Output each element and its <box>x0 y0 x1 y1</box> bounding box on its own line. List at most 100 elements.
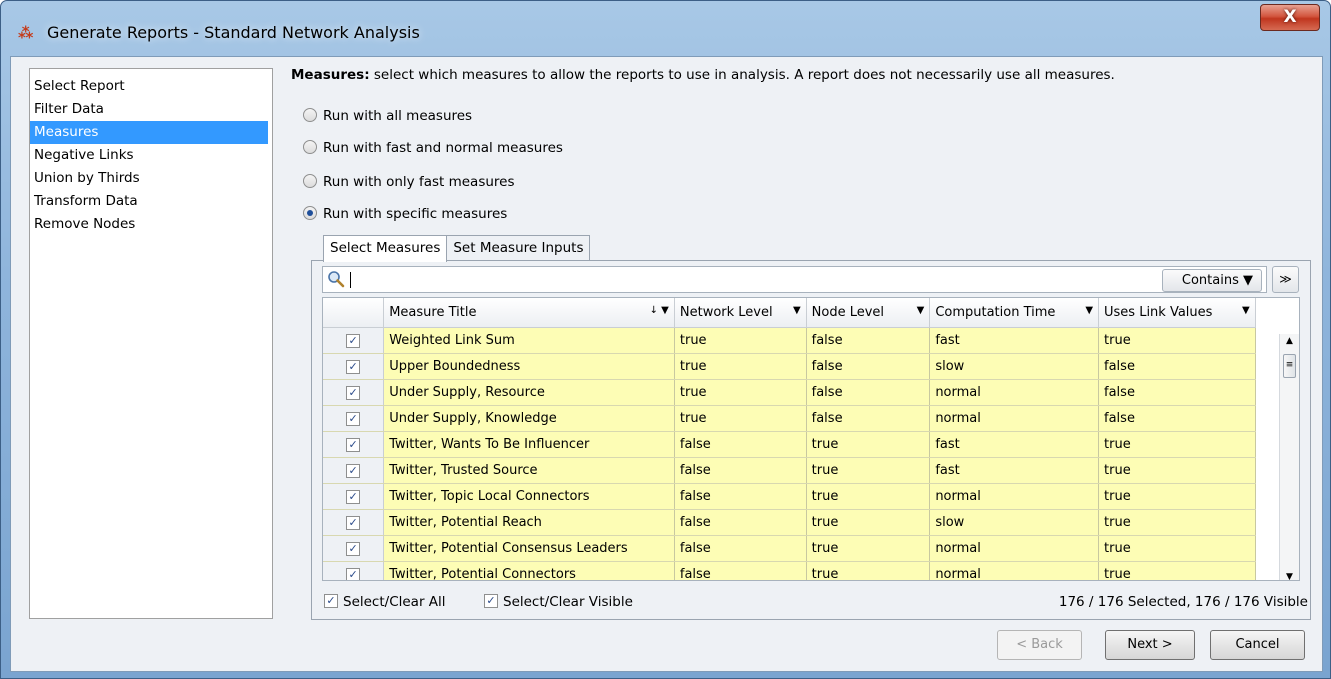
table-cell-network: false <box>674 457 807 484</box>
sidebar-item-filter-data[interactable]: Filter Data <box>30 98 268 121</box>
table-cell-network: false <box>674 535 807 562</box>
sidebar-item-remove-nodes[interactable]: Remove Nodes <box>30 213 268 236</box>
back-button[interactable]: < Back <box>997 630 1082 660</box>
cancel-button[interactable]: Cancel <box>1210 630 1305 660</box>
row-checkbox[interactable]: ✓ <box>346 333 361 348</box>
radio-specific-measures[interactable]: Run with specific measures <box>303 203 507 225</box>
table-cell-node: false <box>806 405 931 432</box>
measures-table: Measure Title ↓ ▼ Network Level ▼ Node Le… <box>322 297 1300 581</box>
radio-fast-measures[interactable]: Run with only fast measures <box>303 171 515 193</box>
dialog-window: ⁂ Generate Reports - Standard Network An… <box>0 0 1331 679</box>
table-row[interactable]: ✓ Twitter, Potential Connectors false true n… <box>323 561 1299 580</box>
table-cell-time: normal <box>929 561 1100 580</box>
tab-set-measure-inputs[interactable]: Set Measure Inputs <box>446 235 591 261</box>
row-checkbox-cell: ✓ <box>323 509 385 536</box>
row-checkbox[interactable]: ✓ <box>346 515 361 530</box>
search-icon <box>328 271 345 288</box>
table-cell-network: false <box>674 509 807 536</box>
radio-button[interactable] <box>303 174 317 188</box>
table-cell-node: true <box>806 509 931 536</box>
row-checkbox-cell: ✓ <box>323 327 385 354</box>
row-checkbox[interactable]: ✓ <box>346 463 361 478</box>
column-header-network-level[interactable]: Network Level ▼ <box>674 298 807 328</box>
select-clear-visible-checkbox[interactable]: ✓ Select/Clear Visible <box>484 592 633 612</box>
double-chevron-down-icon[interactable]: ≫ <box>1272 266 1299 293</box>
row-checkbox-cell: ✓ <box>323 483 385 510</box>
column-header-uses-link-values[interactable]: Uses Link Values ▼ <box>1098 298 1256 328</box>
row-checkbox[interactable]: ✓ <box>346 489 361 504</box>
table-row[interactable]: ✓ Twitter, Topic Local Connectors false tru… <box>323 483 1299 510</box>
radio-button[interactable] <box>303 206 317 220</box>
text-cursor <box>350 272 351 288</box>
sidebar-item-negative-links[interactable]: Negative Links <box>30 144 268 167</box>
table-row[interactable]: ✓ Twitter, Potential Reach false true slow tr… <box>323 509 1299 536</box>
radio-button[interactable] <box>303 108 317 122</box>
row-checkbox[interactable]: ✓ <box>346 385 361 400</box>
row-checkbox[interactable]: ✓ <box>346 541 361 556</box>
sidebar-item-union-by-thirds[interactable]: Union by Thirds <box>30 167 268 190</box>
table-cell-link: false <box>1098 379 1256 406</box>
header-label: Computation Time <box>935 304 1056 320</box>
radio-label: Run with only fast measures <box>323 174 515 190</box>
scroll-thumb[interactable]: ≡ <box>1283 354 1296 378</box>
table-cell-network: true <box>674 405 807 432</box>
sort-icon[interactable]: ↓ ▼ <box>650 305 669 316</box>
scroll-up-icon[interactable]: ▲ <box>1280 336 1299 346</box>
row-checkbox-cell: ✓ <box>323 379 385 406</box>
row-checkbox[interactable]: ✓ <box>346 437 361 452</box>
table-row[interactable]: ✓ Under Supply, Knowledge true false normal f… <box>323 405 1299 432</box>
table-row[interactable]: ✓ Weighted Link Sum true false fast true <box>323 327 1299 354</box>
table-row[interactable]: ✓ Twitter, Trusted Source false true fast tru… <box>323 457 1299 484</box>
table-cell-title: Twitter, Potential Reach <box>383 509 675 536</box>
table-row[interactable]: ✓ Under Supply, Resource true false normal fa… <box>323 379 1299 406</box>
table-cell-link: true <box>1098 509 1256 536</box>
row-checkbox-cell: ✓ <box>323 561 385 580</box>
table-cell-node: false <box>806 327 931 354</box>
chevron-down-icon[interactable]: ▼ <box>917 305 925 316</box>
column-header-measure-title[interactable]: Measure Title ↓ ▼ <box>383 298 675 328</box>
row-checkbox-cell: ✓ <box>323 405 385 432</box>
window-title: Generate Reports - Standard Network Anal… <box>47 23 420 42</box>
chevron-down-icon[interactable]: ▼ <box>1242 305 1250 316</box>
table-row[interactable]: ✓ Twitter, Wants To Be Influencer false tru… <box>323 431 1299 458</box>
table-cell-link: true <box>1098 327 1256 354</box>
select-clear-all-checkbox[interactable]: ✓ Select/Clear All <box>324 592 446 612</box>
tab-select-measures[interactable]: Select Measures <box>323 235 448 262</box>
row-checkbox-cell: ✓ <box>323 457 385 484</box>
next-button[interactable]: Next > <box>1105 630 1195 660</box>
scroll-down-icon[interactable]: ▼ <box>1280 572 1299 580</box>
row-checkbox[interactable]: ✓ <box>346 359 361 374</box>
row-checkbox[interactable]: ✓ <box>346 411 361 426</box>
search-mode-dropdown[interactable]: Contains ▼ <box>1162 269 1262 292</box>
chevron-down-icon[interactable]: ▼ <box>793 305 801 316</box>
check-icon[interactable]: ✓ <box>484 594 498 608</box>
select-clear-visible-label: Select/Clear Visible <box>503 594 633 610</box>
description-heading: Measures: <box>291 67 370 83</box>
radio-fast-normal-measures[interactable]: Run with fast and normal measures <box>303 137 563 159</box>
table-row[interactable]: ✓ Twitter, Potential Consensus Leaders fal… <box>323 535 1299 562</box>
title-bar[interactable]: ⁂ Generate Reports - Standard Network An… <box>1 1 1330 63</box>
table-cell-time: normal <box>929 483 1100 510</box>
search-input[interactable]: Contains ▼ <box>322 266 1267 293</box>
sidebar-item-select-report[interactable]: Select Report <box>30 75 268 98</box>
vertical-scrollbar[interactable]: ▲ ≡ ▼ <box>1279 334 1299 580</box>
column-header-node-level[interactable]: Node Level ▼ <box>806 298 931 328</box>
chevron-down-icon[interactable]: ▼ <box>1085 305 1093 316</box>
radio-all-measures[interactable]: Run with all measures <box>303 105 472 127</box>
table-cell-time: slow <box>929 509 1100 536</box>
table-cell-network: false <box>674 483 807 510</box>
radio-button[interactable] <box>303 140 317 154</box>
sidebar: Select Report Filter Data Measures Negat… <box>29 68 273 619</box>
sidebar-item-measures[interactable]: Measures <box>30 121 268 144</box>
sidebar-item-transform-data[interactable]: Transform Data <box>30 190 268 213</box>
column-header-computation-time[interactable]: Computation Time ▼ <box>929 298 1100 328</box>
table-cell-title: Twitter, Potential Connectors <box>383 561 675 580</box>
table-cell-network: true <box>674 379 807 406</box>
close-button[interactable]: X <box>1260 4 1320 31</box>
row-checkbox[interactable]: ✓ <box>346 567 361 580</box>
check-icon[interactable]: ✓ <box>324 594 338 608</box>
header-filler <box>1255 298 1299 327</box>
row-checkbox-cell: ✓ <box>323 535 385 562</box>
table-cell-time: normal <box>929 535 1100 562</box>
table-row[interactable]: ✓ Upper Boundedness true false slow false <box>323 353 1299 380</box>
